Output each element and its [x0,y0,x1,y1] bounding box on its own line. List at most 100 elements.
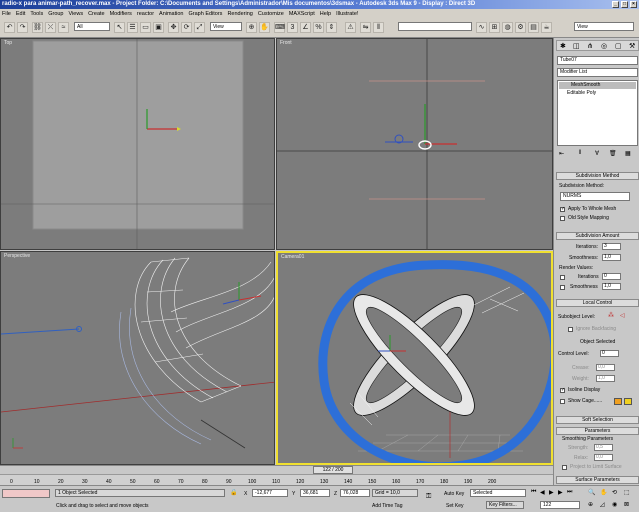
close-icon[interactable]: × [630,1,637,8]
add-time-tag[interactable]: Add Time Tag [372,503,402,509]
x-coordinate-field[interactable]: -12,677 [252,489,288,497]
maximize-viewport-icon[interactable]: ⬚ [624,489,630,496]
maxscript-listener[interactable] [2,489,50,498]
keyboard-shortcut-icon[interactable]: ⌨ [274,22,285,33]
rollout-subdivision-amount[interactable]: Subdivision Amount [556,232,639,240]
cage-color-swatch-2[interactable] [624,398,632,405]
orbit-icon[interactable]: ◉ [612,501,617,508]
unlink-icon[interactable]: ⤫ [45,22,56,33]
current-frame-field[interactable]: 122 [540,501,580,509]
time-slider-thumb[interactable]: 122 / 200 [313,466,353,474]
menu-maxscript[interactable]: MAXScript [289,11,315,17]
old-style-mapping-checkbox[interactable] [560,216,565,221]
previous-frame-icon[interactable]: ◀ [540,489,545,496]
rollout-subdivision-method[interactable]: Subdivision Method [556,172,639,180]
z-coordinate-field[interactable]: 76,028 [340,489,370,497]
project-limit-surface-checkbox[interactable] [562,465,567,470]
control-level-spinner[interactable]: 0 [600,350,619,357]
strength-spinner[interactable]: 0,5 [594,444,613,451]
crease-spinner[interactable]: 0,0 [596,364,615,371]
subdivision-method-dropdown[interactable]: NURMS [560,192,630,201]
angle-snap-icon[interactable]: ∠ [300,22,311,33]
menu-file[interactable]: File [2,11,11,17]
hierarchy-tab-icon[interactable]: ⋔ [587,42,593,50]
show-end-result-icon[interactable]: ‖ [579,150,581,156]
select-object-icon[interactable]: ↖ [114,22,125,33]
utilities-tab-icon[interactable]: ⚒ [629,42,635,50]
key-mode-icon[interactable]: ⚿ [426,493,431,501]
walk-through-icon[interactable]: ⊠ [624,501,629,508]
menu-customize[interactable]: Customize [258,11,284,17]
iterations-spinner[interactable]: 3 [602,243,621,250]
align-icon[interactable]: ⫴ [373,22,384,33]
weight-spinner[interactable]: 1,0 [596,375,615,382]
time-slider-bar[interactable]: 122 / 200 [0,465,553,474]
selection-filter-dropdown[interactable]: All [74,22,110,31]
lock-selection-icon[interactable]: 🔒 [230,489,237,496]
zoom-icon[interactable]: 🔍 [588,489,595,496]
percent-snap-icon[interactable]: % [313,22,324,33]
menu-illustrate[interactable]: Illustrate! [336,11,358,17]
rollout-local-control[interactable]: Local Control [556,299,639,307]
relax-spinner[interactable]: 0,0 [594,454,613,461]
menu-group[interactable]: Group [48,11,63,17]
menu-reactor[interactable]: reactor [137,11,154,17]
named-selection-sets-dropdown[interactable] [398,22,472,31]
ignore-backfacing-checkbox[interactable] [568,327,573,332]
go-to-start-icon[interactable]: ⏮ [531,489,536,496]
rollout-parameters[interactable]: Parameters [556,427,639,435]
select-by-name-icon[interactable]: ☰ [127,22,138,33]
cage-color-swatch-1[interactable] [614,398,622,405]
play-icon[interactable]: ▶ [549,489,554,496]
select-scale-icon[interactable]: ⤢ [194,22,205,33]
render-iterations-spinner[interactable]: 0 [602,273,621,280]
vertex-subobject-icon[interactable]: ⁂ [608,312,614,319]
key-filters-button[interactable]: Key Filters... [486,501,524,509]
reference-coordinate-dropdown[interactable]: View [210,22,242,31]
viewport-camera[interactable]: Camera01 [276,251,553,465]
object-name-field[interactable]: Tube07 [557,56,638,65]
pivot-icon[interactable]: ⊕ [246,22,257,33]
menu-edit[interactable]: Edit [16,11,25,17]
apply-whole-mesh-checkbox[interactable] [560,206,565,212]
render-iterations-checkbox[interactable] [560,275,565,280]
key-mode-dropdown[interactable]: Selected [470,489,526,497]
menu-create[interactable]: Create [88,11,105,17]
redo-icon[interactable]: ↷ [17,22,28,33]
go-to-end-icon[interactable]: ⏭ [567,489,572,496]
select-move-icon[interactable]: ✥ [168,22,179,33]
named-selection-icon[interactable]: ⚠ [345,22,356,33]
arc-rotate-icon[interactable]: ⟲ [612,489,617,496]
spinner-snap-icon[interactable]: ⇕ [326,22,337,33]
configure-sets-icon[interactable]: ▦ [625,150,631,157]
viewport-front[interactable]: Front [276,38,553,250]
viewport-perspective[interactable]: Perspective [0,251,275,465]
stack-item-meshsmooth[interactable]: MeshSmooth [559,82,636,89]
menu-animation[interactable]: Animation [159,11,183,17]
pan-icon[interactable]: ✋ [600,489,607,496]
manipulate-icon[interactable]: ✋ [259,22,270,33]
set-key-button[interactable]: Set Key [446,503,464,509]
window-crossing-icon[interactable]: ▣ [153,22,164,33]
show-cage-checkbox[interactable] [560,399,565,404]
menu-rendering[interactable]: Rendering [227,11,252,17]
next-frame-icon[interactable]: ▶ [558,489,563,496]
material-editor-icon[interactable]: ◍ [502,22,513,33]
auto-key-button[interactable]: Auto Key [444,491,464,497]
zoom-all-icon[interactable]: ⊕ [588,501,593,508]
create-tab-icon[interactable]: ✱ [560,42,566,50]
pin-stack-icon[interactable]: ⇤ [559,150,564,157]
isoline-display-checkbox[interactable] [560,387,565,393]
render-smoothness-checkbox[interactable] [560,285,565,290]
menu-views[interactable]: Views [69,11,84,17]
menu-graph-editors[interactable]: Graph Editors [189,11,223,17]
motion-tab-icon[interactable]: ◎ [601,42,607,50]
menu-help[interactable]: Help [320,11,331,17]
display-tab-icon[interactable]: ▢ [615,42,622,50]
render-frame-icon[interactable]: ▤ [528,22,539,33]
edge-subobject-icon[interactable]: ◁ [620,312,625,319]
remove-modifier-icon[interactable]: 🗑 [609,150,617,157]
maximize-icon[interactable]: □ [621,1,628,8]
curve-editor-icon[interactable]: ∿ [476,22,487,33]
snap-toggle-icon[interactable]: 3 [287,22,298,33]
